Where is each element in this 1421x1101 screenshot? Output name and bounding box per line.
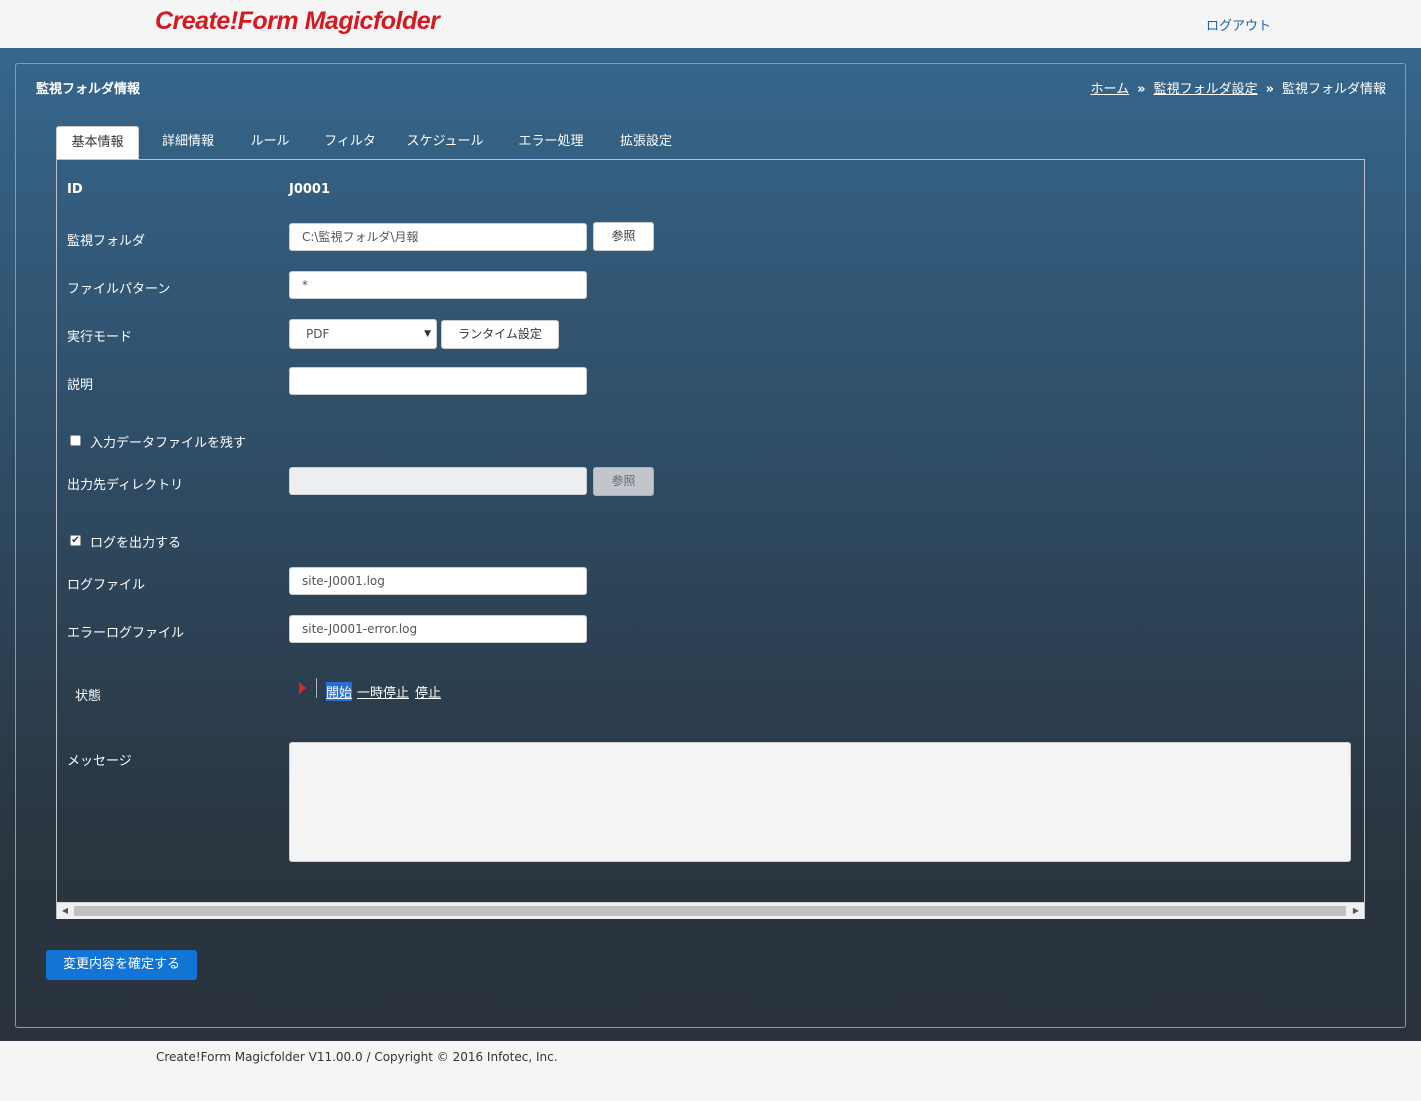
- runtime-settings-button[interactable]: ランタイム設定: [441, 320, 559, 349]
- tab-error-handling[interactable]: エラー処理: [512, 126, 590, 158]
- output-dir-input[interactable]: [289, 467, 587, 495]
- error-log-label: エラーログファイル: [67, 626, 185, 641]
- description-input[interactable]: [289, 367, 587, 395]
- chevron-down-icon: ▼: [424, 329, 431, 339]
- app-logo[interactable]: Create!Form Magicfolder: [155, 7, 440, 36]
- log-file-label: ログファイル: [67, 578, 146, 593]
- watch-folder-label: 監視フォルダ: [67, 234, 146, 249]
- id-value: J0001: [289, 182, 331, 197]
- copyright-text: Create!Form Magicfolder V11.00.0 / Copyr…: [156, 1050, 558, 1064]
- watch-folder-browse-button[interactable]: 参照: [593, 222, 654, 251]
- description-label: 説明: [67, 378, 94, 393]
- status-pause-link[interactable]: 一時停止: [357, 682, 409, 701]
- keep-input-checkbox[interactable]: [70, 435, 81, 446]
- log-output-checkbox[interactable]: ✔: [70, 535, 81, 546]
- status-stop-link[interactable]: 停止: [415, 682, 441, 701]
- play-icon: [299, 682, 306, 694]
- footer: Create!Form Magicfolder V11.00.0 / Copyr…: [0, 1041, 1421, 1101]
- tab-rules[interactable]: ルール: [239, 126, 301, 158]
- scroll-right-icon[interactable]: ▶: [1350, 905, 1362, 917]
- log-file-input[interactable]: site-J0001.log: [289, 567, 587, 595]
- status-divider: [316, 678, 317, 698]
- output-dir-label: 出力先ディレクトリ: [67, 478, 184, 493]
- tab-schedule[interactable]: スケジュール: [400, 126, 490, 158]
- tab-content: ID J0001 監視フォルダ C:\監視フォルダ\月報 参照 ファイルパターン…: [56, 159, 1365, 919]
- breadcrumb-current: 監視フォルダ情報: [1281, 82, 1386, 97]
- exec-mode-label: 実行モード: [67, 330, 133, 345]
- main-band: 監視フォルダ情報 ホーム » 監視フォルダ設定 » 監視フォルダ情報 基本情報 詳細情報…: [0, 48, 1421, 1041]
- scroll-left-icon[interactable]: ◀: [59, 905, 71, 917]
- exec-mode-select[interactable]: PDF ▼: [289, 319, 437, 349]
- top-header: Create!Form Magicfolder ログアウト: [0, 0, 1421, 48]
- tab-extended-settings[interactable]: 拡張設定: [610, 126, 682, 158]
- breadcrumb: ホーム » 監視フォルダ設定 » 監視フォルダ情報: [1091, 78, 1386, 97]
- file-pattern-label: ファイルパターン: [67, 282, 171, 297]
- tab-detail-info[interactable]: 詳細情報: [148, 126, 228, 158]
- breadcrumb-home[interactable]: ホーム: [1091, 82, 1130, 97]
- exec-mode-value: PDF: [306, 327, 330, 341]
- breadcrumb-separator: »: [1137, 82, 1146, 97]
- watch-folder-input[interactable]: C:\監視フォルダ\月報: [289, 223, 587, 251]
- message-label: メッセージ: [67, 754, 132, 769]
- error-log-input[interactable]: site-J0001-error.log: [289, 615, 587, 643]
- keep-input-label: 入力データファイルを残す: [90, 436, 247, 451]
- logout-link[interactable]: ログアウト: [1206, 15, 1271, 34]
- scrollbar-thumb[interactable]: [74, 906, 1346, 916]
- log-output-label: ログを出力する: [90, 536, 182, 551]
- message-textarea[interactable]: [289, 742, 1351, 862]
- output-dir-browse-button[interactable]: 参照: [593, 467, 654, 496]
- tab-filter[interactable]: フィルタ: [316, 126, 384, 158]
- horizontal-scrollbar[interactable]: ◀ ▶: [57, 902, 1364, 919]
- tab-basic-info[interactable]: 基本情報: [56, 126, 139, 160]
- folder-info-panel: 監視フォルダ情報 ホーム » 監視フォルダ設定 » 監視フォルダ情報 基本情報 詳細情報…: [15, 63, 1406, 1028]
- id-label: ID: [67, 182, 83, 197]
- confirm-changes-button[interactable]: 変更内容を確定する: [46, 950, 197, 980]
- status-label: 状態: [75, 689, 102, 704]
- status-start-link[interactable]: 開始: [326, 682, 353, 701]
- breadcrumb-separator: »: [1265, 82, 1274, 97]
- breadcrumb-folder-settings[interactable]: 監視フォルダ設定: [1154, 82, 1258, 97]
- page-title: 監視フォルダ情報: [36, 82, 141, 97]
- file-pattern-input[interactable]: *: [289, 271, 587, 299]
